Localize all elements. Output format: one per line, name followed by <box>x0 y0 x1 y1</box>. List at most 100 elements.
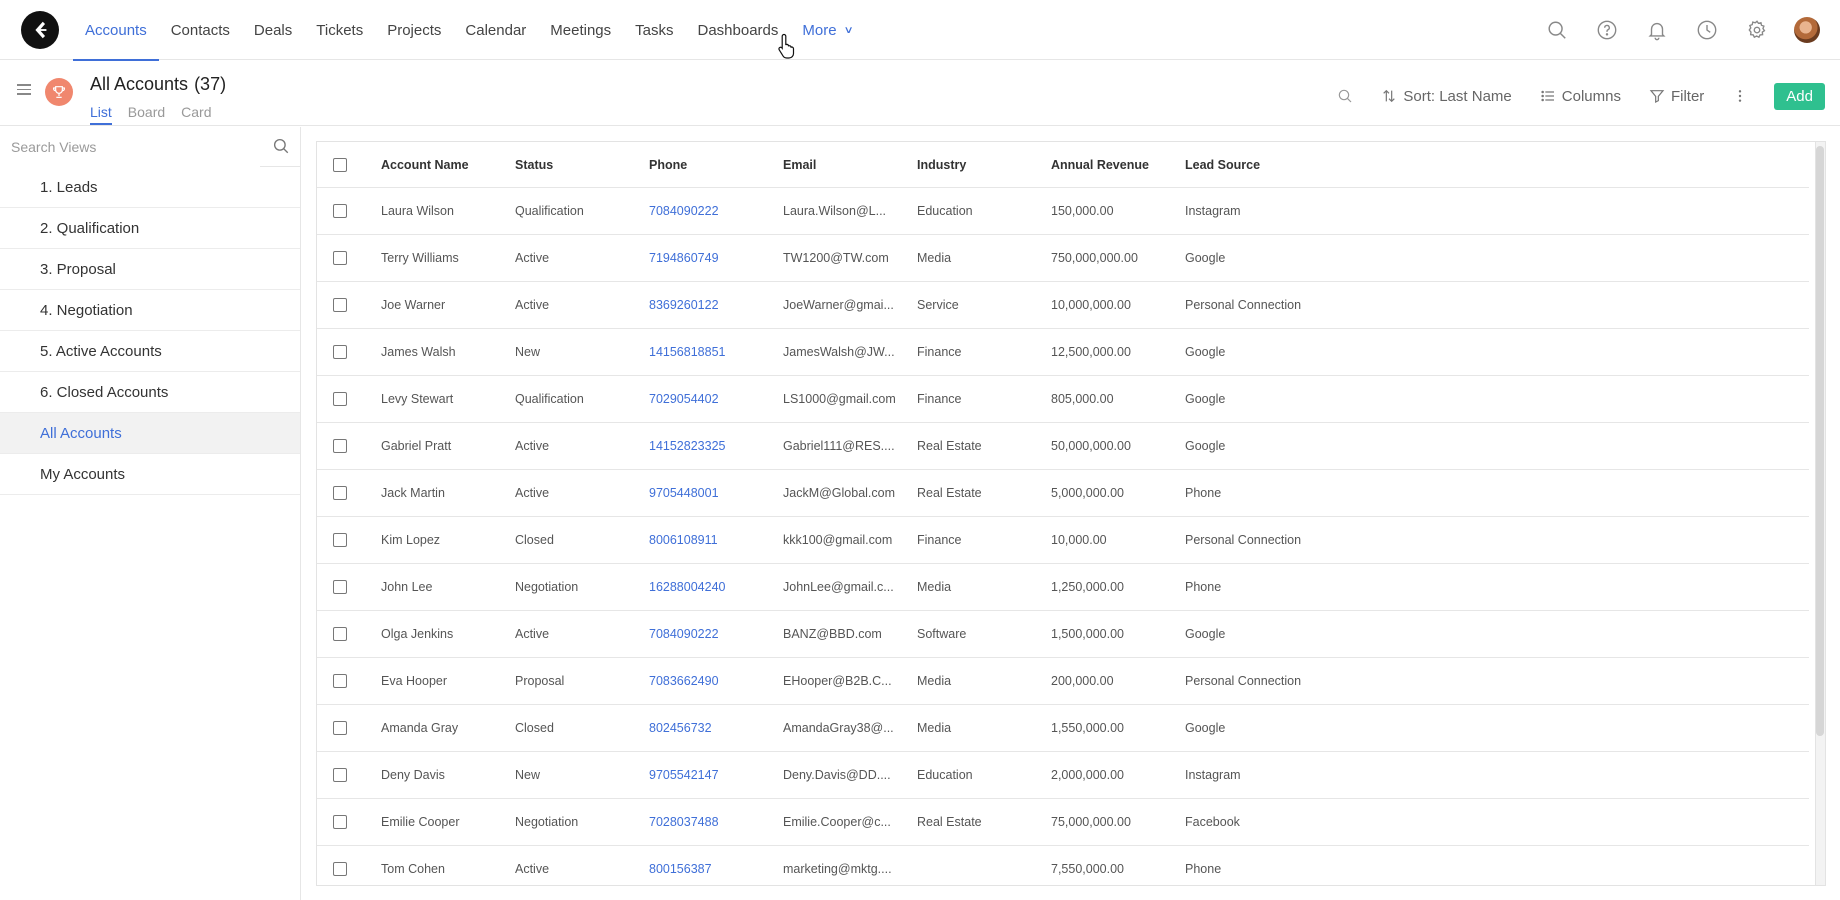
cell-phone[interactable]: 7029054402 <box>649 392 783 406</box>
cell-phone[interactable]: 7084090222 <box>649 627 783 641</box>
cell-phone[interactable]: 8006108911 <box>649 533 783 547</box>
cell-account-name[interactable]: James Walsh <box>381 345 515 359</box>
row-checkbox[interactable] <box>333 392 347 406</box>
cell-phone[interactable]: 16288004240 <box>649 580 783 594</box>
table-row[interactable]: John Lee Negotiation 16288004240 JohnLee@gm… <box>317 564 1809 611</box>
row-checkbox[interactable] <box>333 815 347 829</box>
cell-phone[interactable]: 7083662490 <box>649 674 783 688</box>
columns-button[interactable]: Columns <box>1540 88 1621 105</box>
sidebar-item-6-closed-accounts[interactable]: 6. Closed Accounts <box>0 372 300 413</box>
table-row[interactable]: Tom Cohen Active 800156387 marketing@mktg..… <box>317 846 1809 885</box>
table-row[interactable]: Eva Hooper Proposal 7083662490 EHooper@B2B.… <box>317 658 1809 705</box>
row-checkbox[interactable] <box>333 533 347 547</box>
bell-icon[interactable] <box>1632 0 1682 60</box>
sidebar-item-4-negotiation[interactable]: 4. Negotiation <box>0 290 300 331</box>
cell-account-name[interactable]: Deny Davis <box>381 768 515 782</box>
cell-account-name[interactable]: Emilie Cooper <box>381 815 515 829</box>
table-row[interactable]: Jack Martin Active 9705448001 JackM@Global.… <box>317 470 1809 517</box>
sidebar-item-1-leads[interactable]: 1. Leads <box>0 167 300 208</box>
filter-button[interactable]: Filter <box>1649 88 1704 105</box>
cell-account-name[interactable]: Eva Hooper <box>381 674 515 688</box>
cell-phone[interactable]: 9705542147 <box>649 768 783 782</box>
nav-tab-projects[interactable]: Projects <box>375 0 453 60</box>
nav-tab-contacts[interactable]: Contacts <box>159 0 242 60</box>
column-header-lead-source[interactable]: Lead Source <box>1185 158 1365 172</box>
cell-phone[interactable]: 14152823325 <box>649 439 783 453</box>
search-icon[interactable] <box>272 137 290 155</box>
clock-icon[interactable] <box>1682 0 1732 60</box>
table-row[interactable]: Laura Wilson Qualification 7084090222 Laura… <box>317 188 1809 235</box>
cell-account-name[interactable]: John Lee <box>381 580 515 594</box>
view-tab-card[interactable]: Card <box>181 104 211 125</box>
table-row[interactable]: Terry Williams Active 7194860749 TW1200@TW.… <box>317 235 1809 282</box>
nav-tab-accounts[interactable]: Accounts <box>73 0 159 61</box>
column-header-phone[interactable]: Phone <box>649 158 783 172</box>
row-checkbox[interactable] <box>333 862 347 876</box>
add-button[interactable]: Add <box>1774 82 1825 110</box>
cell-phone[interactable]: 802456732 <box>649 721 783 735</box>
cell-phone[interactable]: 9705448001 <box>649 486 783 500</box>
table-row[interactable]: James Walsh New 14156818851 JamesWalsh@JW..… <box>317 329 1809 376</box>
column-header-status[interactable]: Status <box>515 158 649 172</box>
row-checkbox[interactable] <box>333 251 347 265</box>
nav-tab-calendar[interactable]: Calendar <box>453 0 538 60</box>
sidebar-toggle-icon[interactable] <box>17 84 31 96</box>
sidebar-item-my-accounts[interactable]: My Accounts <box>0 454 300 495</box>
table-scrollbar[interactable] <box>1815 142 1825 885</box>
cell-account-name[interactable]: Gabriel Pratt <box>381 439 515 453</box>
nav-tab-more[interactable]: More ∨ <box>790 0 864 60</box>
avatar[interactable] <box>1794 17 1820 43</box>
nav-tab-tickets[interactable]: Tickets <box>304 0 375 60</box>
table-row[interactable]: Amanda Gray Closed 802456732 AmandaGray38@.… <box>317 705 1809 752</box>
cell-phone[interactable]: 800156387 <box>649 862 783 876</box>
cell-account-name[interactable]: Jack Martin <box>381 486 515 500</box>
more-actions-button[interactable] <box>1732 88 1748 104</box>
row-checkbox[interactable] <box>333 486 347 500</box>
scrollbar-thumb[interactable] <box>1816 146 1824 736</box>
table-row[interactable]: Kim Lopez Closed 8006108911 kkk100@gmail.co… <box>317 517 1809 564</box>
cell-account-name[interactable]: Tom Cohen <box>381 862 515 876</box>
sidebar-item-all-accounts[interactable]: All Accounts <box>0 413 300 454</box>
nav-tab-meetings[interactable]: Meetings <box>538 0 623 60</box>
cell-account-name[interactable]: Terry Williams <box>381 251 515 265</box>
sidebar-item-3-proposal[interactable]: 3. Proposal <box>0 249 300 290</box>
sidebar-item-5-active-accounts[interactable]: 5. Active Accounts <box>0 331 300 372</box>
nav-tab-dashboards[interactable]: Dashboards <box>686 0 791 60</box>
sidebar-item-2-qualification[interactable]: 2. Qualification <box>0 208 300 249</box>
logo-icon[interactable] <box>21 11 59 49</box>
help-icon[interactable] <box>1582 0 1632 60</box>
row-checkbox[interactable] <box>333 627 347 641</box>
row-checkbox[interactable] <box>333 721 347 735</box>
cell-phone[interactable]: 14156818851 <box>649 345 783 359</box>
nav-tab-deals[interactable]: Deals <box>242 0 304 60</box>
row-checkbox[interactable] <box>333 298 347 312</box>
cell-phone[interactable]: 8369260122 <box>649 298 783 312</box>
table-row[interactable]: Gabriel Pratt Active 14152823325 Gabriel111… <box>317 423 1809 470</box>
row-checkbox[interactable] <box>333 439 347 453</box>
row-checkbox[interactable] <box>333 345 347 359</box>
select-all-checkbox[interactable] <box>333 157 347 172</box>
cell-account-name[interactable]: Laura Wilson <box>381 204 515 218</box>
column-header-email[interactable]: Email <box>783 158 917 172</box>
nav-tab-tasks[interactable]: Tasks <box>623 0 685 60</box>
row-checkbox[interactable] <box>333 768 347 782</box>
row-checkbox[interactable] <box>333 674 347 688</box>
table-row[interactable]: Deny Davis New 9705542147 Deny.Davis@DD....… <box>317 752 1809 799</box>
table-row[interactable]: Levy Stewart Qualification 7029054402 LS100… <box>317 376 1809 423</box>
column-header-account-name[interactable]: Account Name <box>381 158 515 172</box>
table-row[interactable]: Olga Jenkins Active 7084090222 BANZ@BBD.com… <box>317 611 1809 658</box>
view-tab-list[interactable]: List <box>90 104 112 125</box>
cell-phone[interactable]: 7028037488 <box>649 815 783 829</box>
cell-account-name[interactable]: Joe Warner <box>381 298 515 312</box>
cell-account-name[interactable]: Kim Lopez <box>381 533 515 547</box>
table-row[interactable]: Joe Warner Active 8369260122 JoeWarner@gmai… <box>317 282 1809 329</box>
gear-icon[interactable] <box>1732 0 1782 60</box>
cell-account-name[interactable]: Olga Jenkins <box>381 627 515 641</box>
search-icon[interactable] <box>1532 0 1582 60</box>
cell-account-name[interactable]: Levy Stewart <box>381 392 515 406</box>
row-checkbox[interactable] <box>333 580 347 594</box>
cell-phone[interactable]: 7194860749 <box>649 251 783 265</box>
column-header-industry[interactable]: Industry <box>917 158 1051 172</box>
row-checkbox[interactable] <box>333 204 347 218</box>
sort-button[interactable]: Sort: Last Name <box>1381 88 1512 105</box>
